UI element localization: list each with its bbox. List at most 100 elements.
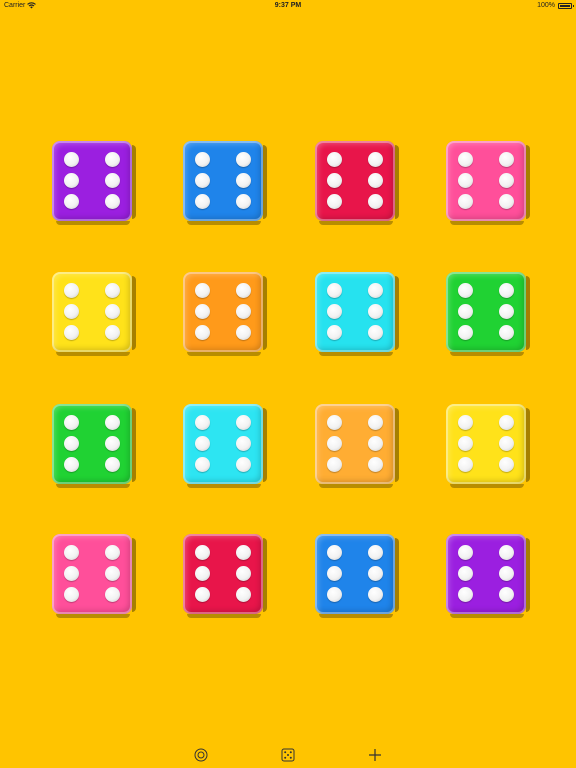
die-pip [105, 457, 120, 472]
die-pip [105, 304, 120, 319]
die-pip [236, 545, 251, 560]
die-pip [236, 436, 251, 451]
die-pip [195, 173, 210, 188]
die-pip [327, 325, 342, 340]
die-pip [64, 457, 79, 472]
die-pip [236, 194, 251, 209]
die-pip [64, 283, 79, 298]
die-pip [327, 436, 342, 451]
die-pip [368, 304, 383, 319]
die-pip [236, 304, 251, 319]
die-pip [195, 545, 210, 560]
die-pip [105, 152, 120, 167]
die-pip [499, 415, 514, 430]
die-pip [458, 415, 473, 430]
die-pip [64, 587, 79, 602]
die-pip [195, 457, 210, 472]
die-pip [368, 415, 383, 430]
die-pip [499, 325, 514, 340]
add-die-button[interactable] [366, 746, 384, 764]
die-pip [368, 436, 383, 451]
die-pip [64, 304, 79, 319]
die-pip [368, 545, 383, 560]
target-icon [194, 748, 208, 762]
die-pip [64, 173, 79, 188]
die[interactable] [183, 272, 267, 356]
die-pip [499, 173, 514, 188]
die-pip [458, 325, 473, 340]
die-pip [236, 566, 251, 581]
die-pip [195, 587, 210, 602]
die-pip [458, 566, 473, 581]
die-pip [327, 194, 342, 209]
die-pip [195, 566, 210, 581]
die-pip [368, 283, 383, 298]
die[interactable] [183, 141, 267, 225]
die[interactable] [52, 272, 136, 356]
die-pip [458, 587, 473, 602]
die-pip [195, 152, 210, 167]
die-pip [64, 415, 79, 430]
die-pip [105, 587, 120, 602]
die-pip [499, 587, 514, 602]
die-pip [368, 194, 383, 209]
die-pip [64, 152, 79, 167]
die-pip [327, 457, 342, 472]
die[interactable] [315, 404, 399, 488]
die[interactable] [52, 534, 136, 618]
die-pip [105, 436, 120, 451]
die-pip [327, 587, 342, 602]
die-pip [64, 566, 79, 581]
bottom-toolbar [0, 738, 576, 768]
die[interactable] [315, 534, 399, 618]
die-pip [236, 152, 251, 167]
die-pip [458, 304, 473, 319]
die[interactable] [52, 404, 136, 488]
die-pip [236, 415, 251, 430]
die[interactable] [315, 272, 399, 356]
die-pip [368, 325, 383, 340]
die-pip [327, 173, 342, 188]
die-pip [327, 283, 342, 298]
die-pip [458, 545, 473, 560]
die-pip [195, 415, 210, 430]
die-pip [327, 304, 342, 319]
die-pip [368, 457, 383, 472]
die[interactable] [446, 272, 530, 356]
die-pip [105, 415, 120, 430]
die-pip [499, 545, 514, 560]
die-pip [105, 566, 120, 581]
die-pip [458, 436, 473, 451]
die[interactable] [52, 141, 136, 225]
die-pip [499, 566, 514, 581]
die-pip [105, 173, 120, 188]
die-pip [236, 457, 251, 472]
die-pip [499, 457, 514, 472]
die-pip [368, 152, 383, 167]
die[interactable] [183, 534, 267, 618]
die-pip [458, 457, 473, 472]
dice-icon [281, 748, 295, 762]
die-pip [195, 325, 210, 340]
die-pip [64, 436, 79, 451]
die-pip [64, 545, 79, 560]
roll-dice-button[interactable] [279, 746, 297, 764]
die[interactable] [446, 404, 530, 488]
plus-icon [368, 748, 382, 762]
die-pip [195, 283, 210, 298]
die-pip [105, 283, 120, 298]
die[interactable] [183, 404, 267, 488]
die-pip [327, 152, 342, 167]
die[interactable] [446, 141, 530, 225]
die[interactable] [315, 141, 399, 225]
die-pip [458, 173, 473, 188]
die-pip [105, 194, 120, 209]
die-pip [458, 152, 473, 167]
die[interactable] [446, 534, 530, 618]
die-pip [236, 283, 251, 298]
target-button[interactable] [192, 746, 210, 764]
die-pip [499, 304, 514, 319]
die-pip [236, 173, 251, 188]
die-pip [195, 194, 210, 209]
die-pip [458, 283, 473, 298]
